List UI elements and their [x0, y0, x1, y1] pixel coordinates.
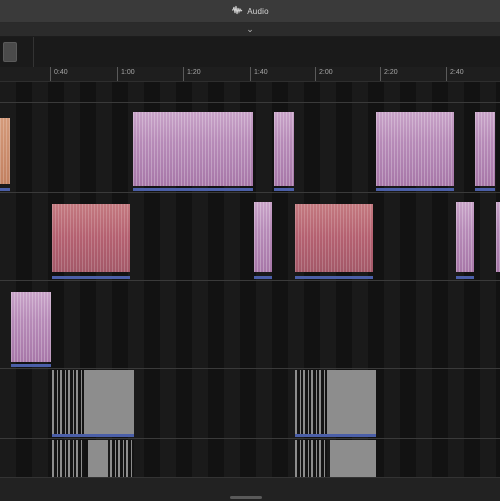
- audio-clip[interactable]: [11, 292, 51, 362]
- midi-clip-pattern[interactable]: [52, 370, 84, 434]
- lane-divider: [0, 280, 500, 281]
- ruler-label: 1:20: [187, 69, 201, 76]
- title-wrap: Audio: [0, 0, 500, 22]
- window-title: Audio: [247, 6, 269, 16]
- ruler-label: 2:20: [384, 69, 398, 76]
- audio-clip[interactable]: [133, 112, 253, 186]
- clip-region-bar: [0, 188, 10, 191]
- midi-clip-pattern[interactable]: [295, 440, 327, 477]
- ruler-label: 1:00: [121, 69, 135, 76]
- ruler-label: 2:40: [450, 69, 464, 76]
- clip-region-bar: [376, 188, 454, 191]
- audio-clip[interactable]: [496, 202, 500, 272]
- toolbar-divider: [33, 37, 34, 67]
- audio-clip[interactable]: [475, 112, 495, 186]
- ruler-tick: [117, 67, 118, 81]
- collapse-bar[interactable]: ⌄: [0, 23, 500, 37]
- ruler-tick: [183, 67, 184, 81]
- audio-clip[interactable]: [376, 112, 454, 186]
- clip-region-bar: [52, 434, 134, 437]
- title-bar: Audio: [0, 0, 500, 23]
- clip-region-bar: [52, 276, 130, 279]
- midi-clip-pattern[interactable]: [110, 440, 134, 477]
- audio-clip[interactable]: [295, 204, 373, 272]
- horizontal-scrollbar[interactable]: [230, 496, 262, 499]
- chevron-down-icon[interactable]: ⌄: [244, 23, 256, 36]
- ruler-tick: [380, 67, 381, 81]
- midi-clip-pattern[interactable]: [52, 440, 84, 477]
- audio-clip[interactable]: [0, 118, 10, 184]
- midi-clip[interactable]: [327, 370, 376, 434]
- ruler-label: 0:40: [54, 69, 68, 76]
- lane-divider: [0, 102, 500, 103]
- clip-region-bar: [274, 188, 294, 191]
- track-control-button[interactable]: [3, 42, 17, 62]
- ruler-tick: [446, 67, 447, 81]
- ruler-tick: [50, 67, 51, 81]
- ruler-tick: [250, 67, 251, 81]
- ruler-label: 2:00: [319, 69, 333, 76]
- audio-clip[interactable]: [456, 202, 474, 272]
- lane-divider: [0, 192, 500, 193]
- waveform-icon: [231, 2, 243, 20]
- clip-region-bar: [456, 276, 474, 279]
- clip-region-bar: [133, 188, 253, 191]
- ruler-tick: [315, 67, 316, 81]
- audio-clip[interactable]: [274, 112, 294, 186]
- lane-divider: [0, 438, 500, 439]
- midi-clip[interactable]: [84, 370, 134, 434]
- clip-region-bar: [295, 434, 376, 437]
- clip-region-bar: [295, 276, 373, 279]
- lane-divider: [0, 368, 500, 369]
- clip-region-bar: [254, 276, 272, 279]
- midi-clip[interactable]: [88, 440, 108, 477]
- toolbar: [0, 37, 500, 68]
- audio-clip[interactable]: [52, 204, 130, 272]
- audio-clip[interactable]: [254, 202, 272, 272]
- clip-region-bar: [11, 364, 51, 367]
- midi-clip-pattern[interactable]: [295, 370, 327, 434]
- midi-clip[interactable]: [330, 440, 376, 477]
- ruler-label: 1:40: [254, 69, 268, 76]
- clip-region-bar: [475, 188, 495, 191]
